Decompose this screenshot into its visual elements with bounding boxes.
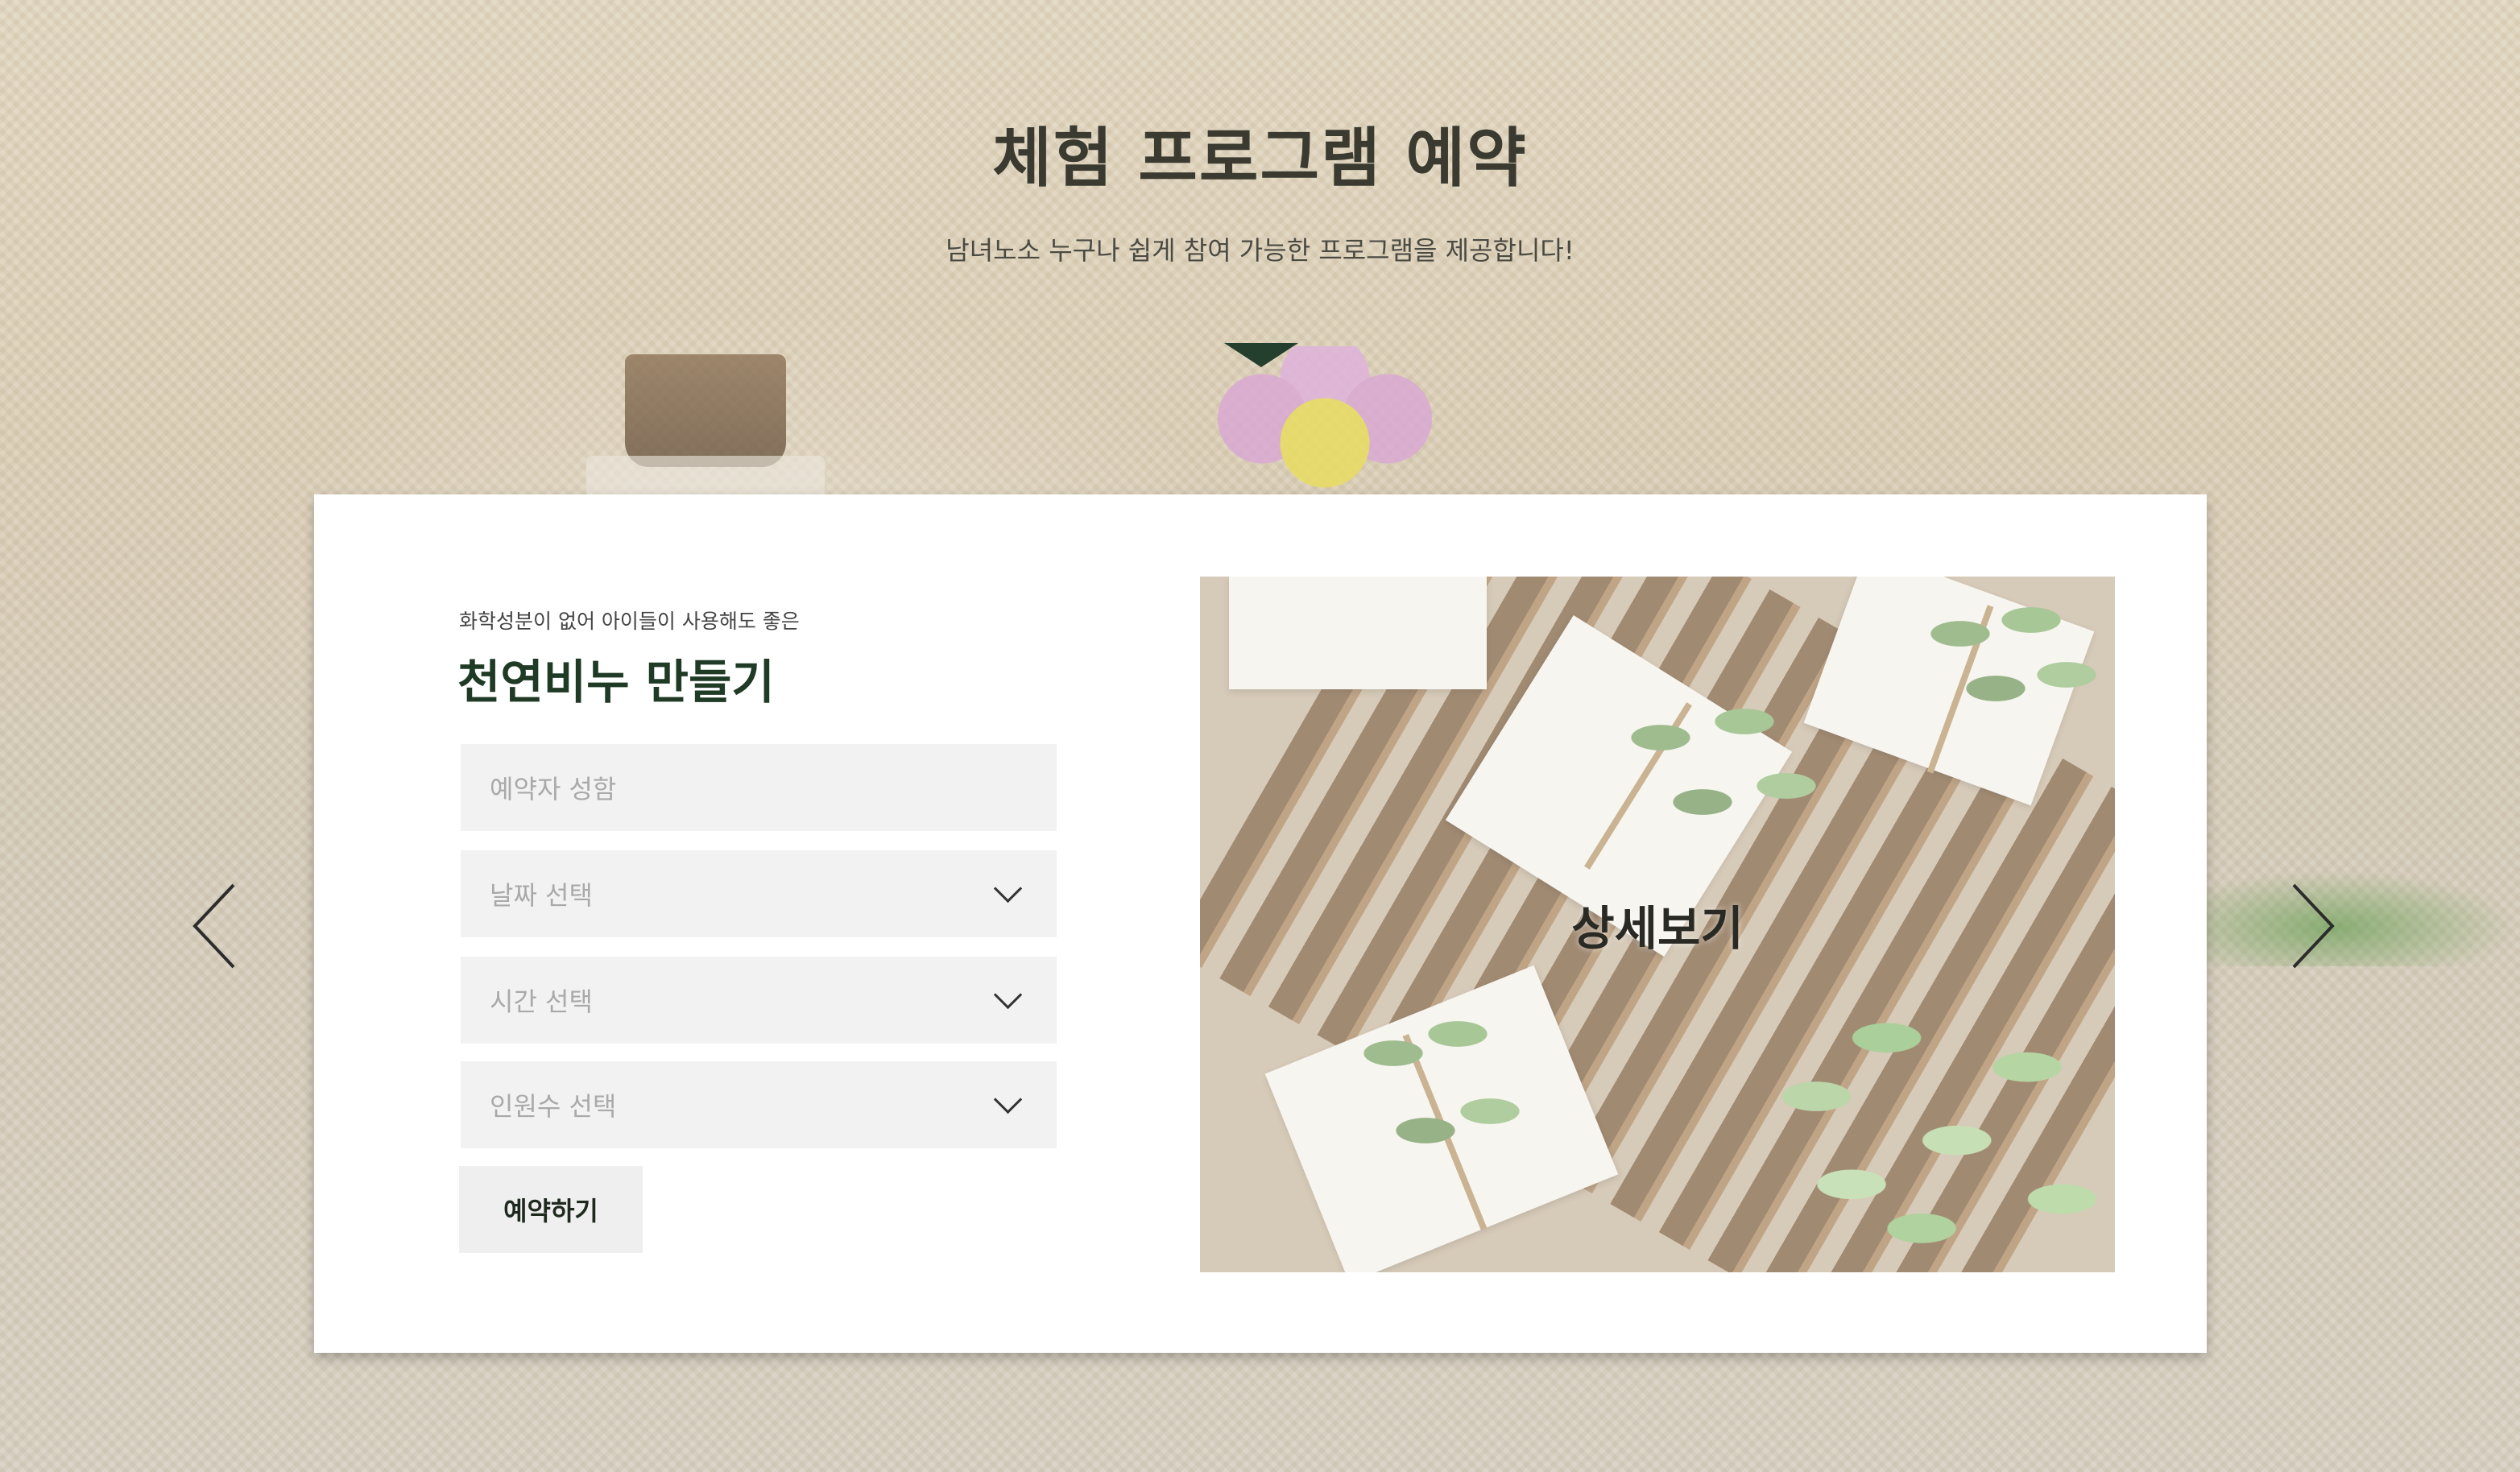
section-subtitle: 남녀노소 누구나 쉽게 참여 가능한 프로그램을 제공합니다!: [946, 235, 1574, 266]
people-count-select[interactable]: 인원수 선택: [461, 1061, 1057, 1148]
date-select-placeholder: 날짜 선택: [490, 880, 593, 911]
date-select[interactable]: 날짜 선택: [461, 850, 1057, 937]
background-leaf-image: [2207, 870, 2520, 966]
background-flower-image: [1200, 346, 1450, 507]
detail-view-label: 상세보기: [1571, 901, 1744, 956]
background-bottle-image: [625, 354, 786, 467]
time-select-placeholder: 시간 선택: [490, 986, 593, 1017]
slider-next-button[interactable]: [2281, 878, 2345, 974]
people-count-placeholder: 인원수 선택: [490, 1091, 617, 1122]
chevron-left-icon: [192, 883, 235, 969]
reserver-name-input[interactable]: 예약자 성함: [461, 744, 1057, 831]
triangle-down-icon: [1224, 343, 1298, 367]
chevron-down-icon: [993, 874, 1023, 903]
program-card: 화학성분이 없어 아이들이 사용해도 좋은 천연비누 만들기 예약자 성함 날짜…: [314, 494, 2207, 1353]
program-description: 화학성분이 없어 아이들이 사용해도 좋은: [459, 610, 800, 633]
section-title: 체험 프로그램 예약: [992, 121, 1528, 196]
time-select[interactable]: 시간 선택: [461, 957, 1057, 1044]
chevron-down-icon: [993, 980, 1023, 1009]
reserver-name-placeholder: 예약자 성함: [490, 774, 617, 804]
chevron-down-icon: [993, 1085, 1023, 1114]
reserve-button[interactable]: 예약하기: [459, 1166, 643, 1253]
slider-prev-button[interactable]: [182, 878, 246, 974]
chevron-right-icon: [2292, 883, 2335, 969]
product-image-link[interactable]: 상세보기: [1200, 577, 2115, 1272]
program-title: 천연비누 만들기: [457, 655, 775, 709]
page: 체험 프로그램 예약 남녀노소 누구나 쉽게 참여 가능한 프로그램을 제공합니…: [0, 0, 2520, 1472]
background-bottle-glass: [586, 456, 825, 498]
